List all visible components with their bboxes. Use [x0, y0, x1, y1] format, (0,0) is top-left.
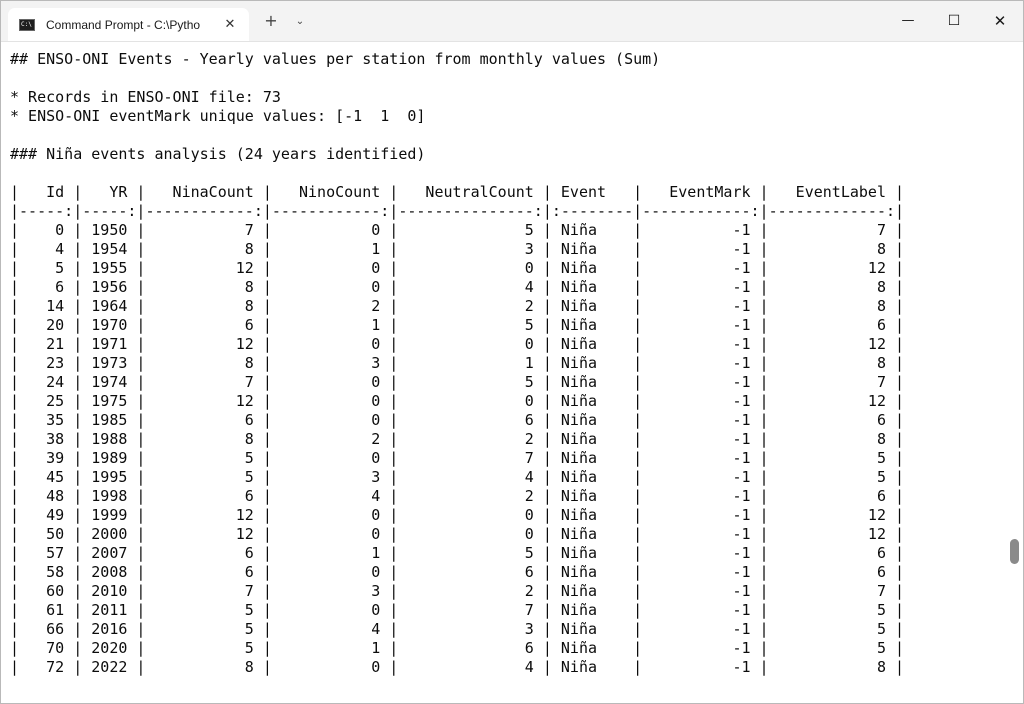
terminal-line: * Records in ENSO-ONI file: 73	[10, 88, 281, 106]
table-row: | 20 | 1970 | 6 | 1 | 5 | Niña | -1 | 6 …	[10, 316, 905, 334]
title-bar: C:\ Command Prompt - C:\Pytho ✕ + ⌄ — ☐ …	[1, 1, 1023, 42]
table-row: | 70 | 2020 | 5 | 1 | 6 | Niña | -1 | 5 …	[10, 639, 905, 657]
table-row: | 5 | 1955 | 12 | 0 | 0 | Niña | -1 | 12…	[10, 259, 905, 277]
new-tab-icon[interactable]: +	[259, 10, 283, 34]
minimize-button[interactable]: —	[885, 1, 931, 41]
vertical-scrollbar[interactable]	[1007, 42, 1023, 703]
table-row: | 66 | 2016 | 5 | 4 | 3 | Niña | -1 | 5 …	[10, 620, 905, 638]
table-row: | 0 | 1950 | 7 | 0 | 5 | Niña | -1 | 7 |	[10, 221, 905, 239]
table-row: | 6 | 1956 | 8 | 0 | 4 | Niña | -1 | 8 |	[10, 278, 905, 296]
table-row: | 57 | 2007 | 6 | 1 | 5 | Niña | -1 | 6 …	[10, 544, 905, 562]
table-row: | 24 | 1974 | 7 | 0 | 5 | Niña | -1 | 7 …	[10, 373, 905, 391]
table-row: | 49 | 1999 | 12 | 0 | 0 | Niña | -1 | 1…	[10, 506, 905, 524]
terminal-line: * ENSO-ONI eventMark unique values: [-1 …	[10, 107, 426, 125]
table-row: | 23 | 1973 | 8 | 3 | 1 | Niña | -1 | 8 …	[10, 354, 905, 372]
close-tab-icon[interactable]: ✕	[219, 14, 241, 36]
command-prompt-window: C:\ Command Prompt - C:\Pytho ✕ + ⌄ — ☐ …	[0, 0, 1024, 704]
table-header-row: | Id | YR | NinaCount | NinoCount | Neut…	[10, 183, 905, 201]
table-row: | 60 | 2010 | 7 | 3 | 2 | Niña | -1 | 7 …	[10, 582, 905, 600]
table-row: | 38 | 1988 | 8 | 2 | 2 | Niña | -1 | 8 …	[10, 430, 905, 448]
command-prompt-icon-label: C:\	[21, 21, 32, 28]
close-window-button[interactable]: ✕	[977, 1, 1023, 41]
table-row: | 72 | 2022 | 8 | 0 | 4 | Niña | -1 | 8 …	[10, 658, 905, 676]
terminal-tab[interactable]: C:\ Command Prompt - C:\Pytho ✕	[8, 8, 249, 41]
table-row: | 45 | 1995 | 5 | 3 | 4 | Niña | -1 | 5 …	[10, 468, 905, 486]
table-separator-row: |-----:|-----:|------------:|-----------…	[10, 202, 905, 220]
maximize-button[interactable]: ☐	[931, 1, 977, 41]
table-row: | 61 | 2011 | 5 | 0 | 7 | Niña | -1 | 5 …	[10, 601, 905, 619]
chevron-down-icon[interactable]: ⌄	[289, 10, 311, 34]
table-row: | 4 | 1954 | 8 | 1 | 3 | Niña | -1 | 8 |	[10, 240, 905, 258]
tab-title: Command Prompt - C:\Pytho	[46, 18, 201, 32]
terminal-output[interactable]: ## ENSO-ONI Events - Yearly values per s…	[10, 50, 1005, 700]
scrollbar-thumb[interactable]	[1010, 539, 1019, 564]
table-row: | 50 | 2000 | 12 | 0 | 0 | Niña | -1 | 1…	[10, 525, 905, 543]
table-row: | 25 | 1975 | 12 | 0 | 0 | Niña | -1 | 1…	[10, 392, 905, 410]
terminal-line: ### Niña events analysis (24 years ident…	[10, 145, 426, 163]
table-row: | 39 | 1989 | 5 | 0 | 7 | Niña | -1 | 5 …	[10, 449, 905, 467]
terminal-line: ## ENSO-ONI Events - Yearly values per s…	[10, 50, 661, 68]
table-row: | 14 | 1964 | 8 | 2 | 2 | Niña | -1 | 8 …	[10, 297, 905, 315]
table-row: | 58 | 2008 | 6 | 0 | 6 | Niña | -1 | 6 …	[10, 563, 905, 581]
command-prompt-icon: C:\	[19, 19, 35, 31]
table-row: | 35 | 1985 | 6 | 0 | 6 | Niña | -1 | 6 …	[10, 411, 905, 429]
table-row: | 21 | 1971 | 12 | 0 | 0 | Niña | -1 | 1…	[10, 335, 905, 353]
table-row: | 48 | 1998 | 6 | 4 | 2 | Niña | -1 | 6 …	[10, 487, 905, 505]
